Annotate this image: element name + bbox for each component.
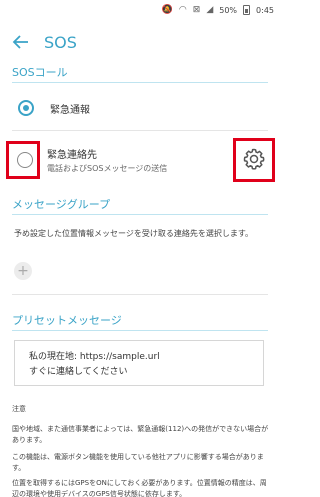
notes-paragraph-3: 位置を取得するにはGPSをONにしておく必要があります。位置情報の精度は、周辺の… — [12, 479, 267, 497]
settings-gear-icon[interactable] — [242, 147, 266, 171]
option-emergency-contacts-sub: 電話およびSOSメッセージの送信 — [47, 164, 168, 173]
section-divider — [12, 330, 268, 331]
group-section-title: メッセージグループ — [12, 198, 111, 211]
divider — [12, 294, 268, 295]
radio-emergency-call[interactable] — [18, 100, 34, 116]
preset-message-box[interactable]: 私の現在地: https://sample.url すぐに連絡してください — [14, 340, 264, 386]
app-bar: SOS — [0, 20, 280, 64]
option-emergency-call[interactable]: 緊急通報 — [0, 98, 280, 118]
notes-paragraph-1: 国や地域、また通信事業者によっては、緊急通報(112)への発信ができない場合があ… — [12, 425, 269, 444]
option-emergency-call-label: 緊急通報 — [50, 104, 90, 116]
page-title: SOS — [44, 32, 77, 52]
status-bar: 🔕 ◠ ⊠ ◢ 50% 0:45 — [0, 0, 280, 20]
group-description: 予め設定した位置情報メッセージを受け取る連絡先を選択します。 — [14, 229, 254, 238]
plus-icon: + — [17, 263, 29, 279]
section-divider — [12, 214, 268, 215]
back-arrow-icon[interactable] — [10, 31, 32, 53]
option-emergency-contacts-label: 緊急連絡先 — [47, 150, 97, 161]
preset-line-2: すぐに連絡してください — [29, 367, 128, 377]
notes-title: 注意 — [12, 405, 26, 413]
add-contact-button[interactable]: + — [14, 262, 32, 280]
radio-emergency-contacts[interactable] — [17, 152, 33, 168]
clock: 0:45 — [256, 5, 274, 15]
signal-icon: ◢ — [206, 5, 214, 15]
mute-icon: 🔕 — [161, 5, 173, 15]
battery-percent: 50% — [219, 5, 238, 15]
battery-icon — [243, 5, 251, 15]
signal-x-icon: ⊠ — [192, 5, 201, 15]
sos-section-title: SOSコール — [12, 66, 68, 79]
wifi-icon: ◠ — [178, 5, 187, 15]
preset-section-title: プリセットメッセージ — [12, 314, 122, 327]
divider — [12, 130, 268, 131]
notes-paragraph-2: この機能は、電源ボタン機能を使用している他社アプリに影響する場合があります。 — [12, 453, 264, 472]
section-divider — [12, 82, 268, 83]
preset-line-1: 私の現在地: https://sample.url — [29, 352, 160, 362]
